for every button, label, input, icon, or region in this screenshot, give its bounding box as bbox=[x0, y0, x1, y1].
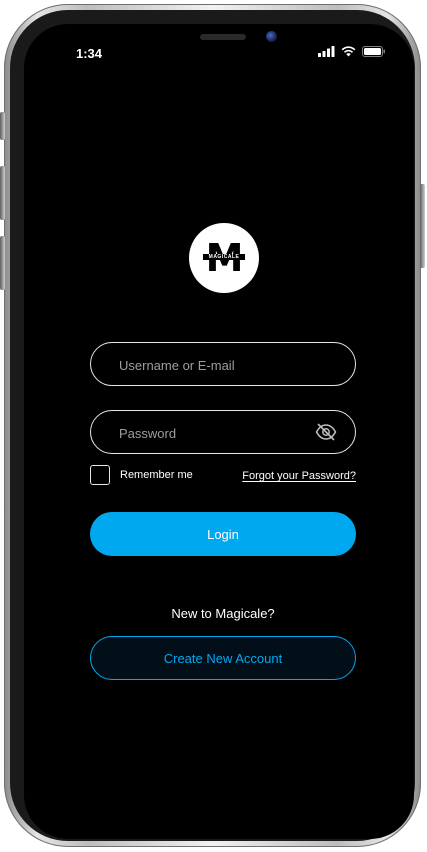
login-button[interactable]: Login bbox=[90, 512, 356, 556]
status-bar: 1:34 bbox=[24, 24, 414, 68]
username-field[interactable] bbox=[90, 342, 356, 387]
volume-up-button bbox=[0, 166, 5, 220]
battery-icon bbox=[362, 46, 385, 57]
bezel: 1:34 MAGICALE Username or E-mail Remembe… bbox=[10, 10, 415, 841]
logo-wordmark: MAGICALE bbox=[203, 254, 245, 260]
notch bbox=[128, 24, 318, 54]
volume-down-button bbox=[0, 236, 5, 290]
password-field[interactable] bbox=[90, 410, 356, 455]
eye-off-icon[interactable] bbox=[315, 422, 337, 442]
speaker-grille bbox=[200, 34, 246, 40]
remember-me[interactable]: Remember me bbox=[90, 465, 193, 485]
status-time: 1:34 bbox=[76, 46, 103, 61]
forgot-password-link[interactable]: Forgot your Password? bbox=[242, 470, 356, 482]
phone-frame: 1:34 MAGICALE Username or E-mail Remembe… bbox=[0, 4, 425, 847]
remember-me-label: Remember me bbox=[120, 469, 193, 481]
wifi-icon bbox=[341, 46, 356, 57]
password-input[interactable] bbox=[117, 411, 321, 455]
create-account-button[interactable]: Create New Account bbox=[90, 636, 356, 680]
front-camera bbox=[266, 31, 277, 42]
status-icons bbox=[318, 46, 386, 57]
username-input[interactable] bbox=[117, 343, 321, 387]
power-button bbox=[420, 184, 425, 268]
mute-switch bbox=[0, 112, 5, 140]
screen: 1:34 MAGICALE Username or E-mail Remembe… bbox=[24, 24, 414, 839]
remember-me-checkbox[interactable] bbox=[90, 465, 110, 485]
signup-prompt: New to Magicale? bbox=[171, 606, 275, 621]
magicale-logo: M MAGICALE bbox=[189, 223, 259, 293]
signal-icon bbox=[318, 46, 335, 57]
